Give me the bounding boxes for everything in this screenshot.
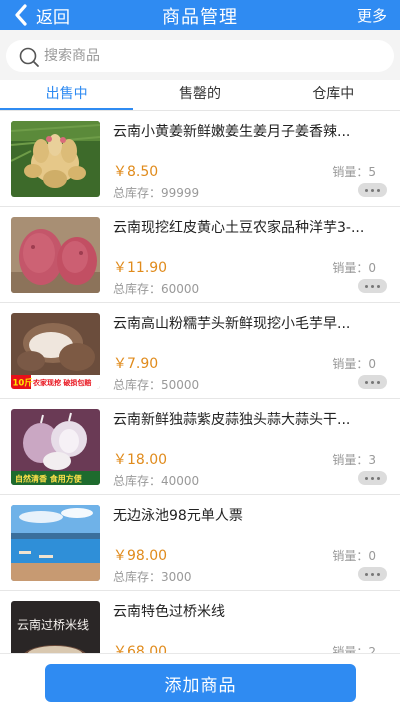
product-item[interactable]: 无边泳池98元单人票 ￥98.00 总库存：3000 销量：0 — [0, 495, 400, 591]
product-thumbnail-garlic: 自然清香 食用方便 — [11, 409, 100, 485]
product-item[interactable]: 10斤 农家现挖 破损包赔 云南高山粉糯芋头新鲜现挖小毛芋早... ￥7.90 … — [0, 303, 400, 399]
top-nav-bar: 返回 商品管理 更多 — [0, 0, 400, 30]
product-price: ￥11.90 — [113, 260, 168, 276]
search-icon — [19, 47, 39, 67]
thumb-label: 云南过桥米线 — [17, 617, 89, 632]
product-thumbnail-taro: 10斤 农家现挖 破损包赔 — [11, 313, 100, 389]
item-more-button[interactable] — [358, 375, 387, 389]
tab-in-warehouse[interactable]: 仓库中 — [267, 80, 400, 110]
product-stock: 总库存：50000 — [113, 378, 200, 392]
search-input[interactable] — [44, 45, 374, 67]
product-thumbnail-pool — [11, 505, 100, 581]
product-name: 云南高山粉糯芋头新鲜现挖小毛芋早... — [113, 316, 351, 332]
product-sales: 销量：0 — [332, 357, 376, 371]
product-price: ￥18.00 — [113, 452, 168, 468]
more-button[interactable]: 更多 — [357, 5, 387, 26]
add-product-button[interactable]: 添加商品 — [45, 664, 356, 702]
product-name: 云南小黄姜新鲜嫩姜生姜月子姜香辣... — [113, 124, 351, 140]
product-sales: 销量：0 — [332, 261, 376, 275]
product-stock: 总库存：3000 — [113, 570, 192, 584]
product-item[interactable]: 自然清香 食用方便 云南新鲜独蒜紫皮蒜独头蒜大蒜头干... ￥18.00 总库存… — [0, 399, 400, 495]
search-box[interactable] — [6, 40, 394, 72]
product-thumbnail-noodles: 云南过桥米线 — [11, 601, 100, 653]
item-more-button[interactable] — [358, 567, 387, 581]
product-name: 云南现挖红皮黄心土豆农家品种洋芋3-... — [113, 220, 365, 236]
item-more-button[interactable] — [358, 471, 387, 485]
item-more-button[interactable] — [358, 279, 387, 293]
product-sales: 销量：3 — [332, 453, 376, 467]
bottom-bar: 添加商品 — [0, 653, 400, 710]
search-bar — [0, 30, 400, 80]
product-stock: 总库存：99999 — [113, 186, 200, 200]
product-sales: 销量：0 — [332, 549, 376, 563]
product-price: ￥8.50 — [113, 164, 159, 180]
product-name: 云南新鲜独蒜紫皮蒜独头蒜大蒜头干... — [113, 412, 351, 428]
tab-sold-out[interactable]: 售罄的 — [133, 80, 266, 110]
tab-on-sale[interactable]: 出售中 — [0, 80, 134, 110]
product-stock: 总库存：60000 — [113, 282, 200, 296]
item-more-button[interactable] — [358, 183, 387, 197]
thumb-label: 自然清香 食用方便 — [15, 474, 83, 484]
product-item[interactable]: 云南小黄姜新鲜嫩姜生姜月子姜香辣... ￥8.50 总库存：99999 销量：5 — [0, 111, 400, 207]
product-price: ￥98.00 — [113, 548, 168, 564]
product-item[interactable]: 云南现挖红皮黄心土豆农家品种洋芋3-... ￥11.90 总库存：60000 销… — [0, 207, 400, 303]
status-tabs: 出售中 售罄的 仓库中 — [0, 80, 400, 111]
product-sales: 销量：5 — [332, 165, 376, 179]
page-title: 商品管理 — [162, 7, 238, 28]
product-name: 云南特色过桥米线 — [113, 604, 225, 620]
thumb-label: 农家现挖 破损包赔 — [32, 378, 91, 387]
thumb-label: 10斤 — [13, 378, 34, 389]
product-thumbnail-ginger — [11, 121, 100, 197]
product-price: ￥68.00 — [113, 644, 168, 653]
product-stock: 总库存：40000 — [113, 474, 200, 488]
product-price: ￥7.90 — [113, 356, 159, 372]
product-sales: 销量：2 — [332, 645, 376, 653]
product-thumbnail-potato — [11, 217, 100, 293]
product-name: 无边泳池98元单人票 — [113, 508, 243, 524]
product-list: 云南小黄姜新鲜嫩姜生姜月子姜香辣... ￥8.50 总库存：99999 销量：5… — [0, 111, 400, 653]
product-item[interactable]: 云南过桥米线 云南特色过桥米线 ￥68.00 销量：2 — [0, 591, 400, 653]
